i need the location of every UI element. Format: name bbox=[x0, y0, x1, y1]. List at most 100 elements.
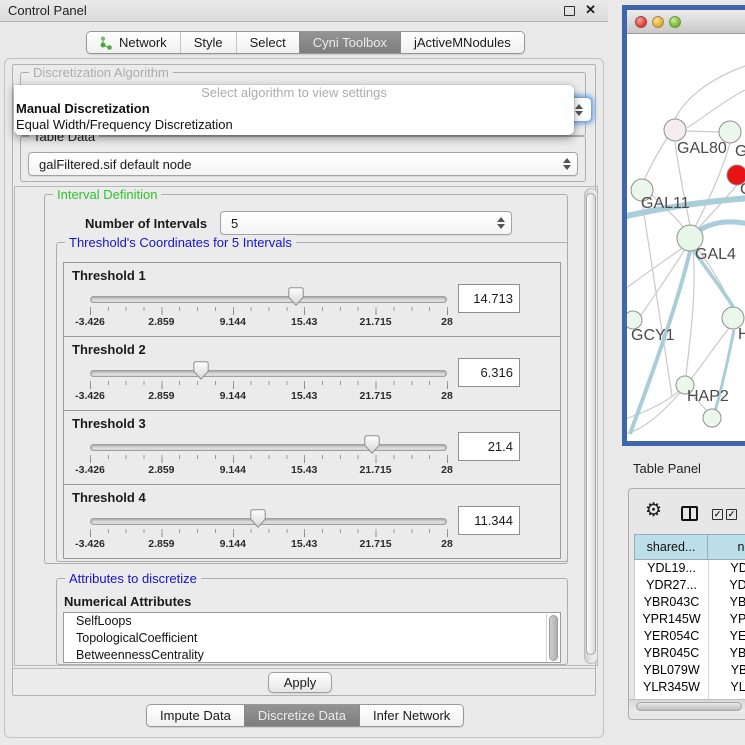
table-cell[interactable]: YBR0 bbox=[709, 594, 745, 611]
attribute-item-topologicalcoefficient[interactable]: TopologicalCoefficient bbox=[64, 630, 560, 647]
table-cell[interactable]: YBR045C bbox=[635, 645, 709, 662]
tab-select[interactable]: Select bbox=[236, 32, 299, 53]
threshold-slider-thumb[interactable] bbox=[364, 435, 380, 454]
table-cell[interactable]: YLR3 bbox=[709, 679, 745, 696]
settings-scrollbar[interactable] bbox=[584, 188, 598, 664]
threshold-value-field[interactable]: 21.4 bbox=[458, 432, 520, 461]
algorithm-placeholder-option[interactable]: Select algorithm to view settings bbox=[14, 85, 574, 101]
threshold-label: Threshold 4 bbox=[72, 490, 146, 505]
settings-scrollbar-thumb[interactable] bbox=[586, 193, 596, 655]
tab-style[interactable]: Style bbox=[180, 32, 236, 53]
slider-tick-label: 21.715 bbox=[360, 316, 392, 328]
tab-network[interactable]: Network bbox=[87, 32, 180, 53]
threshold-slider-track[interactable] bbox=[90, 518, 447, 525]
close-traffic-light-icon[interactable] bbox=[635, 16, 647, 28]
bottom-tab-infer-network[interactable]: Infer Network bbox=[359, 705, 463, 726]
node-label-clipped-c: C bbox=[740, 181, 745, 198]
threshold-value-field[interactable]: 14.713 bbox=[458, 284, 520, 313]
threshold-row-3: Threshold 3 21.4 -3.4262.8599.14415.4321… bbox=[64, 411, 560, 485]
table-cell[interactable]: YDL1 bbox=[709, 560, 745, 577]
table-cell[interactable]: YBR0 bbox=[709, 645, 745, 662]
slider-tick-label: 15.43 bbox=[291, 316, 317, 328]
bottom-tab-infer-network-label: Infer Network bbox=[373, 708, 450, 723]
table-cell[interactable]: YDR2 bbox=[709, 577, 745, 594]
node-label-gcy1: GCY1 bbox=[631, 327, 675, 344]
close-icon[interactable]: ✕ bbox=[585, 2, 596, 18]
table-row[interactable]: YPR145WYPR1 bbox=[635, 611, 745, 628]
threshold-slider-thumb[interactable] bbox=[288, 287, 304, 306]
node-label-clipped-g: G bbox=[735, 143, 745, 160]
tab-style-label: Style bbox=[194, 35, 223, 50]
slider-tick-label: 28 bbox=[441, 316, 453, 328]
table-data-combobox[interactable]: galFiltered.sif default node bbox=[28, 152, 578, 176]
number-of-intervals-combobox[interactable]: 5 bbox=[220, 211, 512, 235]
bottom-tab-bar: Impute DataDiscretize Data Infer Network bbox=[146, 704, 464, 727]
attribute-item-betweennesscentrality[interactable]: BetweennessCentrality bbox=[64, 647, 560, 663]
column-header-shared-name[interactable]: shared... bbox=[634, 534, 708, 560]
table-row[interactable]: YDR27...YDR2 bbox=[635, 577, 745, 594]
table-cell[interactable]: YLR345W bbox=[635, 679, 709, 696]
table-cell[interactable]: YBL0 bbox=[709, 662, 745, 679]
threshold-row-1: Threshold 1 14.713 -3.4262.8599.14415.43… bbox=[64, 263, 560, 337]
bottom-tab-impute-data[interactable]: Impute Data bbox=[147, 705, 244, 726]
table-cell[interactable]: YDR27... bbox=[635, 577, 709, 594]
threshold-value-field[interactable]: 6.316 bbox=[458, 358, 520, 387]
threshold-slider-track[interactable] bbox=[90, 370, 447, 377]
table-row[interactable]: YBR045CYBR0 bbox=[635, 645, 745, 662]
tab-jactivemnodules[interactable]: jActiveMNodules bbox=[400, 32, 524, 53]
tab-cyni-toolbox[interactable]: Cyni Toolbox bbox=[299, 32, 400, 53]
slider-tick-label: 2.859 bbox=[148, 390, 174, 402]
number-of-intervals-value: 5 bbox=[231, 216, 238, 231]
table-cell[interactable]: YBR043C bbox=[635, 594, 709, 611]
number-of-intervals-label: Number of Intervals bbox=[85, 216, 207, 231]
table-cell[interactable]: YER054C bbox=[635, 628, 709, 645]
control-panel-title: Control Panel bbox=[8, 3, 87, 18]
minimize-traffic-light-icon[interactable] bbox=[652, 16, 664, 28]
checkbox-checked-icon[interactable]: ✓ bbox=[726, 509, 737, 520]
numerical-attributes-list: SelfLoopsTopologicalCoefficientBetweenne… bbox=[63, 612, 561, 663]
table-cell[interactable]: YPR1 bbox=[709, 611, 745, 628]
attributes-scrollbar[interactable] bbox=[546, 614, 559, 662]
algorithm-dropdown-popup: Select algorithm to view settings Manual… bbox=[14, 85, 574, 135]
split-columns-icon[interactable] bbox=[681, 506, 698, 521]
threshold-slider-track[interactable] bbox=[90, 296, 447, 303]
zoom-traffic-light-icon[interactable] bbox=[669, 16, 681, 28]
node-bottom[interactable] bbox=[703, 409, 721, 427]
threshold-slider-thumb[interactable] bbox=[250, 509, 266, 528]
network-view-window: GAL80 G C GAL11 GAL4 GCY1 H HAP2 bbox=[622, 5, 745, 446]
table-cell[interactable]: YER0 bbox=[709, 628, 745, 645]
slider-tick-label: 15.43 bbox=[291, 538, 317, 550]
slider-tick-label: 15.43 bbox=[291, 390, 317, 402]
table-row[interactable]: YLR345WYLR3 bbox=[635, 679, 745, 696]
float-window-icon[interactable] bbox=[564, 6, 575, 16]
table-row[interactable]: YBL079WYBL0 bbox=[635, 662, 745, 679]
slider-minor-ticks bbox=[90, 455, 449, 459]
table-cell[interactable]: YDL19... bbox=[635, 560, 709, 577]
combobox-stepper-icon bbox=[497, 217, 505, 229]
gear-icon[interactable]: ⚙ bbox=[645, 501, 662, 520]
apply-button[interactable]: Apply bbox=[268, 672, 332, 693]
threshold-label: Threshold 3 bbox=[72, 416, 146, 431]
bottom-tab-discretize-data[interactable]: Discretize Data bbox=[244, 705, 359, 726]
algorithm-option-manual-discretization[interactable]: Manual Discretization bbox=[14, 101, 574, 117]
table-cell[interactable]: YBL079W bbox=[635, 662, 709, 679]
table-horizontal-scrollbar[interactable] bbox=[629, 699, 745, 712]
threshold-slider-track[interactable] bbox=[90, 444, 447, 451]
tab-network-label: Network bbox=[119, 35, 167, 50]
slider-tick-label: 9.144 bbox=[220, 316, 246, 328]
network-window-titlebar[interactable] bbox=[627, 10, 745, 34]
table-row[interactable]: YDL19...YDL1 bbox=[635, 560, 745, 577]
threshold-slider-thumb[interactable] bbox=[193, 361, 209, 380]
table-row[interactable]: YBR043CYBR0 bbox=[635, 594, 745, 611]
table-row[interactable]: YER054CYER0 bbox=[635, 628, 745, 645]
node-gal80[interactable] bbox=[664, 119, 686, 141]
threshold-value-field[interactable]: 11.344 bbox=[458, 506, 520, 535]
slider-tick-label: 28 bbox=[441, 390, 453, 402]
network-canvas[interactable]: GAL80 G C GAL11 GAL4 GCY1 H HAP2 bbox=[627, 34, 745, 441]
threshold-row-4: Threshold 4 11.344 -3.4262.8599.14415.43… bbox=[64, 485, 560, 559]
checkbox-checked-icon[interactable]: ✓ bbox=[712, 509, 723, 520]
column-header-name[interactable]: na bbox=[708, 534, 745, 560]
attribute-item-selfloops[interactable]: SelfLoops bbox=[64, 613, 560, 630]
table-cell[interactable]: YPR145W bbox=[635, 611, 709, 628]
algorithm-option-equal-width-frequency-discretization[interactable]: Equal Width/Frequency Discretization bbox=[14, 117, 574, 133]
